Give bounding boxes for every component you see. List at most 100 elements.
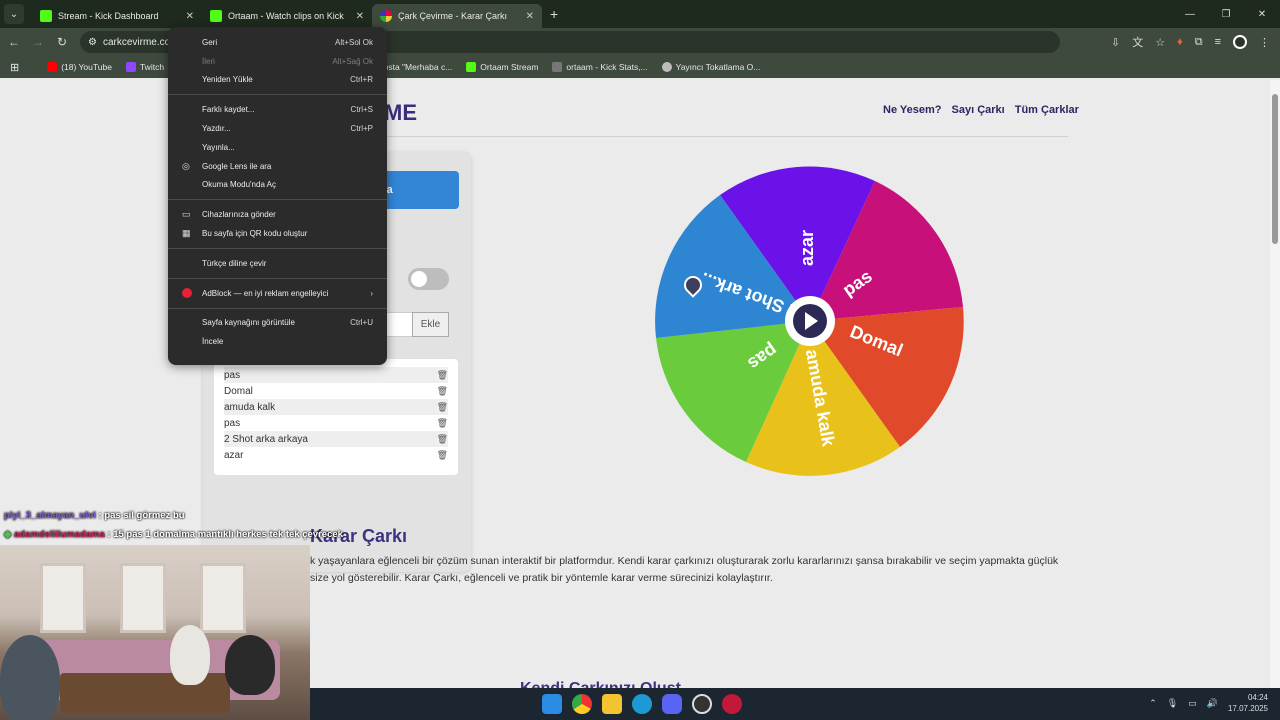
tab-strip: ⌄ Stream - Kick Dashboard ✕ Ortaam - Wat… [0, 0, 1280, 28]
bookmark-kick-stats[interactable]: ortaam - Kick Stats,... [552, 62, 648, 72]
menu-item-forward[interactable]: İleri Alt+Sağ Ok [168, 52, 387, 71]
entries-list: pas 🗑 Domal 🗑 amuda kalk 🗑 pas 🗑 2 Shot arka… [214, 359, 458, 475]
chat-text: : 15 pas 1 domalma mantıklı herkes tek t… [107, 529, 343, 540]
tab-search-button[interactable]: ⌄ [4, 4, 24, 24]
tab-label: Çark Çevirme - Karar Çarkı [398, 11, 508, 21]
entry-input[interactable] [386, 312, 412, 337]
bookmark-ortaam-stream[interactable]: Ortaam Stream [466, 62, 538, 72]
tab-cark-cevirme[interactable]: Çark Çevirme - Karar Çarkı ✕ [372, 4, 542, 28]
close-icon[interactable]: ✕ [526, 11, 534, 22]
context-menu: Geri Alt+Sol Ok İleri Alt+Sağ Ok Yeniden Y… [168, 27, 387, 365]
menu-item-reading-mode[interactable]: Okuma Modu'nda Aç [168, 176, 387, 195]
webcam-window [40, 563, 86, 633]
obs-icon[interactable] [692, 694, 712, 714]
chrome-icon[interactable] [572, 694, 592, 714]
minimize-button[interactable]: — [1172, 0, 1208, 28]
profile-avatar[interactable] [1233, 35, 1247, 49]
reload-button[interactable]: ↻ [50, 35, 74, 49]
tab-kick-dashboard[interactable]: Stream - Kick Dashboard ✕ [32, 4, 202, 28]
menu-separator [168, 94, 387, 96]
menu-icon[interactable]: ⋮ [1259, 36, 1270, 49]
menu-item-label: İncele [202, 337, 224, 347]
discord-icon[interactable] [662, 694, 682, 714]
menu-item-cast[interactable]: Yayınla... [168, 138, 387, 157]
menu-item-translate[interactable]: Türkçe diline çevir [168, 254, 387, 273]
extensions-icon[interactable]: ⧉ [1195, 36, 1203, 49]
system-tray: ⌃ 🎙 ▭ 🔊 04:24 17.07.2025 [1149, 692, 1268, 714]
bookmark-label: Yayıncı Tokatlama O... [675, 62, 761, 72]
file-explorer-icon[interactable] [602, 694, 622, 714]
media-icon[interactable]: ≡ [1215, 36, 1221, 48]
chat-message: ◆ adamdeliilumadama : 15 pas 1 domalma m… [4, 529, 343, 540]
bookmark-youtube[interactable]: (18) YouTube [47, 62, 112, 72]
back-button[interactable]: ← [2, 35, 26, 49]
nav-tum-carklar[interactable]: Tüm Çarklar [1015, 104, 1079, 116]
tab-ortaam-clips[interactable]: Ortaam - Watch clips on Kick ✕ [202, 4, 372, 28]
extension-leaf-icon[interactable]: ♦ [1177, 36, 1183, 48]
bookmark-star-icon[interactable]: ☆ [1155, 36, 1165, 49]
trash-icon[interactable]: 🗑 [437, 386, 448, 397]
bookmark-label: (18) YouTube [61, 62, 112, 72]
menu-item-qr-code[interactable]: ▦ Bu sayfa için QR kodu oluştur [168, 224, 387, 243]
new-tab-button[interactable]: + [550, 6, 558, 22]
forward-button[interactable]: → [26, 35, 50, 49]
menu-item-send-to-devices[interactable]: ▭ Cihazlarınıza gönder [168, 205, 387, 224]
trash-icon[interactable]: 🗑 [437, 434, 448, 445]
trash-icon[interactable]: 🗑 [437, 450, 448, 461]
close-icon[interactable]: ✕ [186, 11, 194, 22]
edge-icon[interactable] [632, 694, 652, 714]
bookmark-twitch[interactable]: Twitch [125, 62, 165, 72]
site-info-icon[interactable]: ⚙ [88, 37, 97, 48]
bookmark-label: -posta "Merhaba c... [376, 62, 453, 72]
decision-wheel[interactable]: azar pas Domal amuda kalk pas 2 Shot ark… [655, 166, 965, 476]
bookmark-yayinci[interactable]: Yayıncı Tokatlama O... [661, 62, 761, 72]
apps-icon[interactable]: ⊞ [10, 61, 19, 74]
translate-icon[interactable]: 文 [1132, 34, 1143, 50]
add-entry-button[interactable]: Ekle [412, 312, 449, 337]
monitor-icon[interactable]: ▭ [1188, 698, 1197, 709]
trash-icon[interactable]: 🗑 [437, 418, 448, 429]
menu-item-view-source[interactable]: Sayfa kaynağını görüntüle Ctrl+U [168, 314, 387, 333]
menu-item-inspect[interactable]: İncele [168, 332, 387, 351]
scrollbar-thumb[interactable] [1272, 94, 1278, 244]
install-icon[interactable]: ⇩ [1111, 36, 1120, 49]
site-logo[interactable]: ME [384, 100, 417, 126]
speaker-icon[interactable]: 🔊 [1207, 698, 1218, 709]
globe-icon [661, 62, 672, 72]
chevron-up-icon[interactable]: ⌃ [1149, 698, 1157, 709]
restore-button[interactable]: ❐ [1208, 0, 1244, 28]
menu-item-reload[interactable]: Yeniden Yükle Ctrl+R [168, 71, 387, 90]
bookmark-eposta[interactable]: -posta "Merhaba c... [376, 62, 452, 72]
close-icon[interactable]: ✕ [356, 11, 364, 22]
chat-text: : pas sil görmez bu [98, 510, 185, 521]
windows-start-icon[interactable] [542, 694, 562, 714]
menu-item-label: Okuma Modu'nda Aç [202, 180, 277, 190]
tab-label: Stream - Kick Dashboard [58, 11, 159, 21]
nav-ne-yesem[interactable]: Ne Yesem? [883, 104, 942, 116]
menu-item-save-as[interactable]: Farklı kaydet... Ctrl+S [168, 100, 387, 119]
menu-item-back[interactable]: Geri Alt+Sol Ok [168, 33, 387, 52]
trash-icon[interactable]: 🗑 [437, 370, 448, 381]
page-scrollbar[interactable] [1270, 80, 1280, 688]
microphone-icon[interactable]: 🎙 [1167, 698, 1178, 709]
menu-item-google-lens[interactable]: ◎ Google Lens ile ara [168, 157, 387, 176]
close-window-button[interactable]: ✕ [1244, 0, 1280, 28]
stats-icon [552, 62, 563, 72]
bookmark-label: Twitch [139, 62, 165, 72]
webcam-overlay [0, 545, 310, 720]
twitch-icon [125, 62, 136, 72]
menu-item-label: İleri [202, 56, 215, 66]
entry-text: Domal [224, 385, 253, 397]
clock[interactable]: 04:24 17.07.2025 [1228, 692, 1268, 714]
trash-icon[interactable]: 🗑 [437, 402, 448, 413]
list-item: amuda kalk 🗑 [224, 399, 448, 415]
youtube-icon [47, 62, 58, 72]
option-toggle[interactable] [408, 268, 449, 290]
record-icon[interactable] [722, 694, 742, 714]
qr-icon: ▦ [182, 228, 191, 239]
menu-item-print[interactable]: Yazdır... Ctrl+P [168, 119, 387, 138]
clock-time: 04:24 [1247, 693, 1268, 702]
menu-separator [168, 307, 387, 309]
menu-item-adblock[interactable]: AdBlock — en iyi reklam engelleyici › [168, 284, 387, 303]
nav-sayi-carki[interactable]: Sayı Çarkı [952, 104, 1005, 116]
